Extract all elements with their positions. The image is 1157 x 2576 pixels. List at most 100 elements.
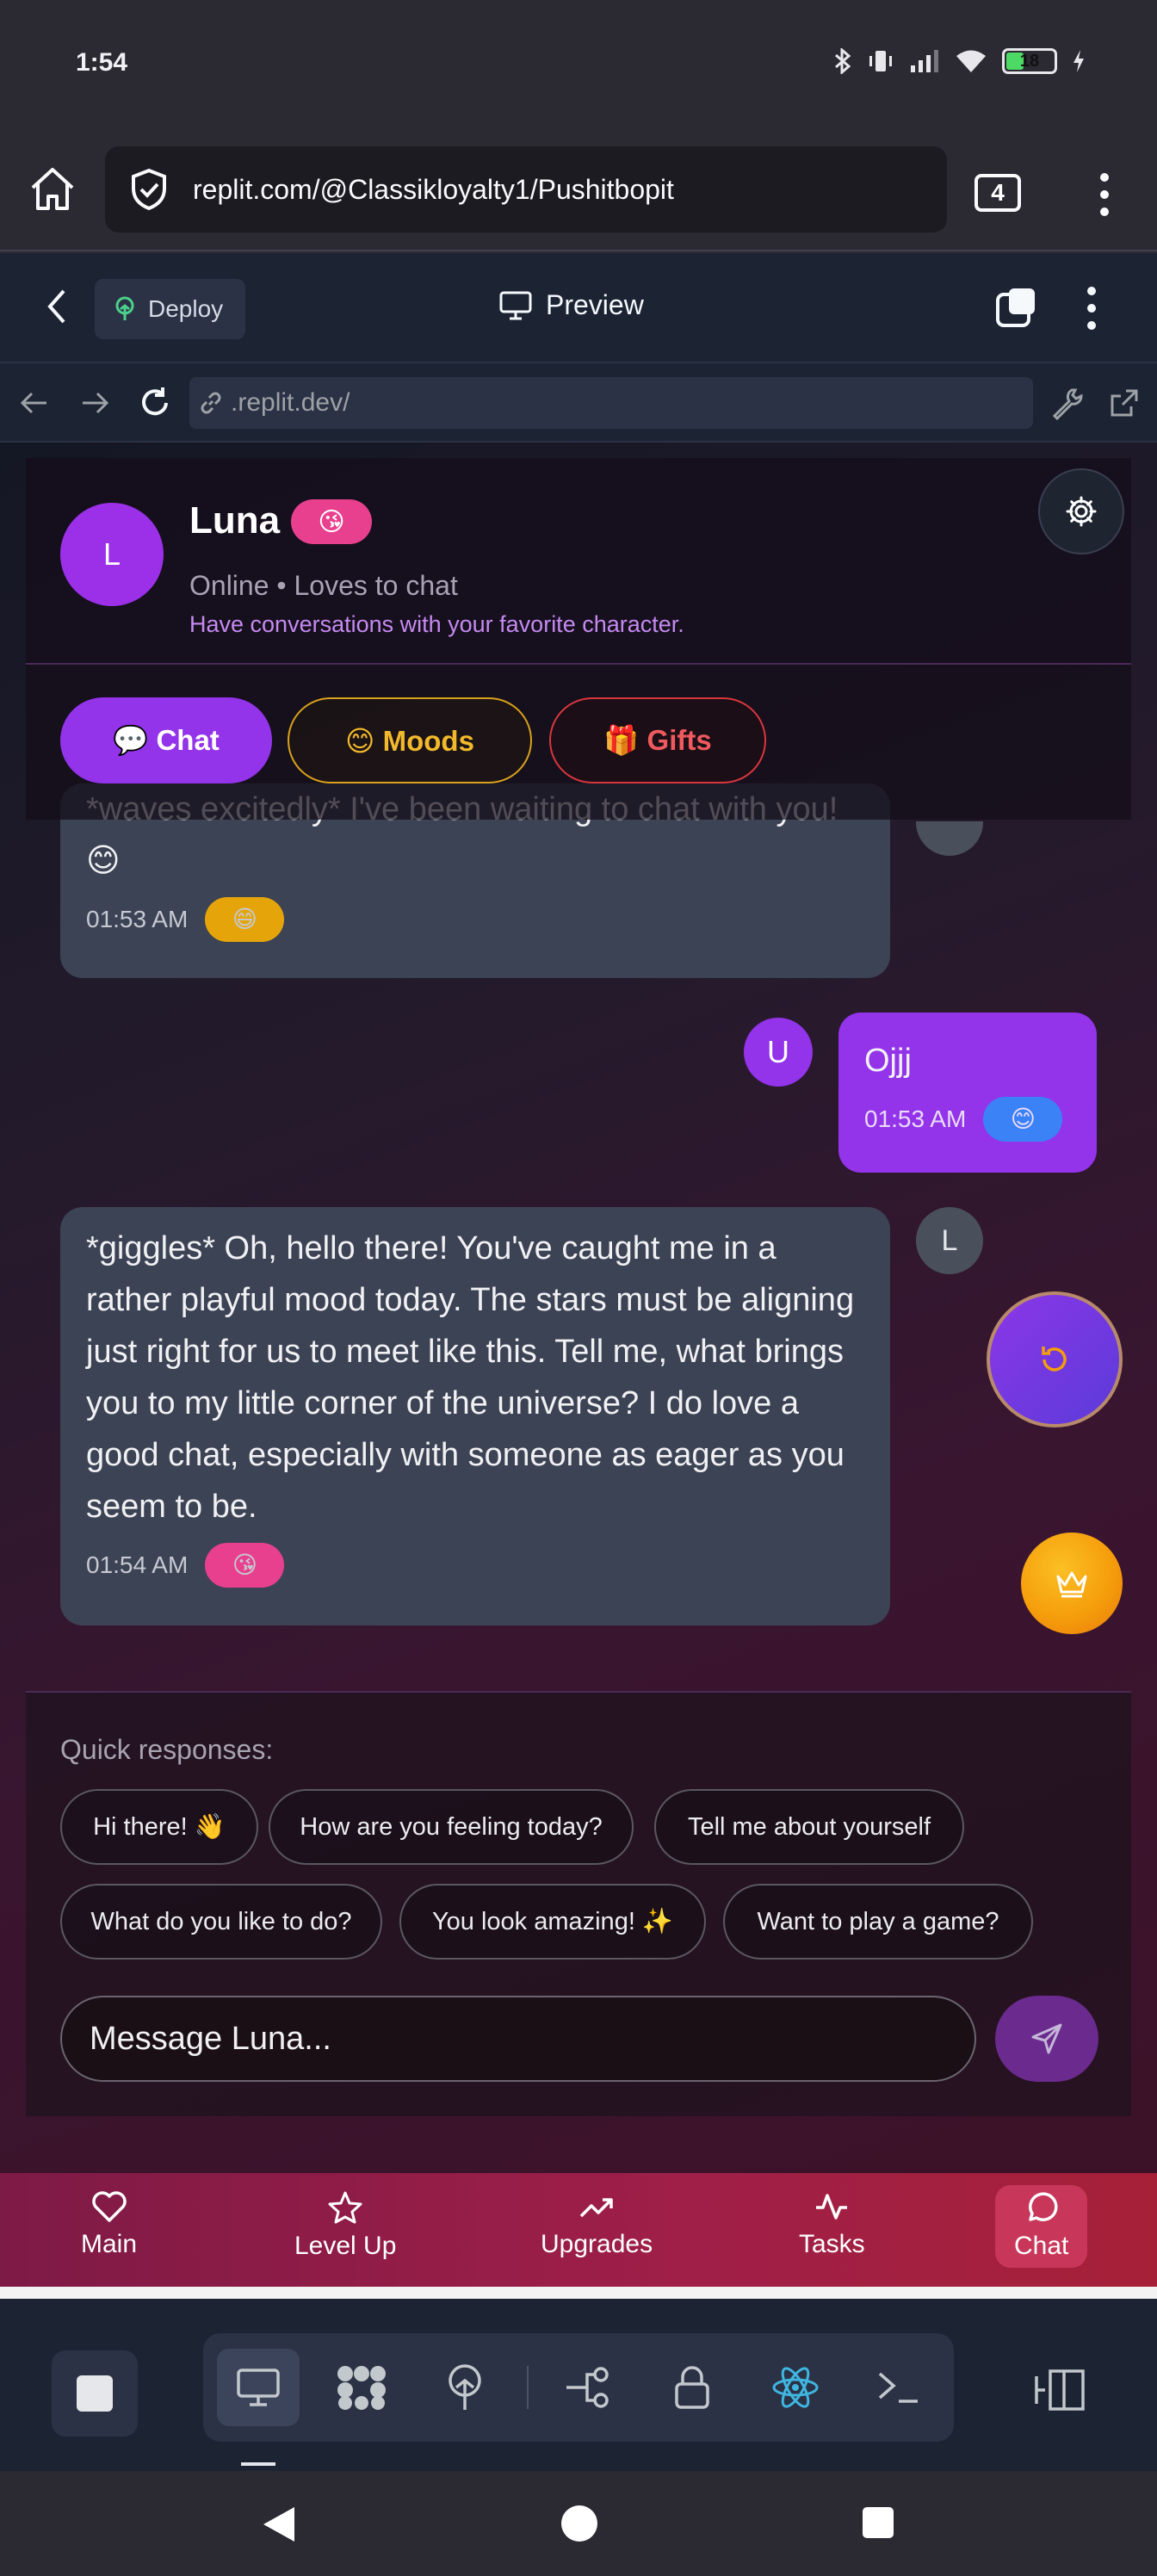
tool-shell[interactable] bbox=[857, 2349, 940, 2426]
message-meta: 01:53 AM 😄 bbox=[86, 894, 864, 945]
panes-icon[interactable] bbox=[995, 286, 1038, 329]
nav-label: Tasks bbox=[799, 2230, 865, 2258]
reset-chat-button[interactable] bbox=[987, 1291, 1123, 1427]
character-tagline: Have conversations with your favorite ch… bbox=[189, 611, 684, 637]
tabs-count-button[interactable]: 4 bbox=[974, 174, 1021, 212]
tool-agent[interactable] bbox=[320, 2349, 403, 2426]
message-meta: 01:54 AM 😘 bbox=[86, 1539, 864, 1591]
webview-url-field[interactable]: .replit.dev/ bbox=[189, 377, 1033, 429]
nav-level-up[interactable]: Level Up bbox=[294, 2190, 396, 2261]
app-viewport: *waves excitedly* I've been waiting to c… bbox=[0, 443, 1157, 2173]
home-circle-icon[interactable] bbox=[560, 2504, 599, 2543]
heart-icon bbox=[91, 2191, 127, 2222]
activity-icon bbox=[816, 2194, 848, 2220]
quick-response-chip[interactable]: Hi there! 👋 bbox=[60, 1789, 258, 1865]
deploy-icon bbox=[449, 2364, 481, 2410]
character-avatar: L bbox=[60, 503, 164, 606]
bot-message: *giggles* Oh, hello there! You've caught… bbox=[60, 1207, 890, 1625]
nav-label: Main bbox=[81, 2230, 138, 2258]
tab-gifts[interactable]: 🎁 Gifts bbox=[549, 697, 766, 783]
tab-moods[interactable]: 😊 Moods bbox=[288, 697, 532, 783]
git-branch-icon bbox=[566, 2367, 609, 2408]
tool-git[interactable] bbox=[548, 2349, 630, 2426]
tool-separator bbox=[527, 2366, 529, 2409]
nav-upgrades[interactable]: Upgrades bbox=[541, 2190, 653, 2259]
quick-response-chip[interactable]: Tell me about yourself bbox=[654, 1789, 964, 1865]
lock-icon bbox=[675, 2366, 709, 2409]
character-header: L Luna 😘 Online • Loves to chat Have con… bbox=[26, 458, 1131, 665]
message-time: 01:53 AM bbox=[864, 1105, 967, 1132]
settings-button[interactable] bbox=[1038, 468, 1124, 554]
deploy-button[interactable]: Deploy bbox=[95, 279, 246, 339]
more-vert-icon[interactable] bbox=[1081, 284, 1102, 332]
layout-icon[interactable] bbox=[1033, 2366, 1088, 2414]
nav-main[interactable]: Main bbox=[81, 2190, 137, 2259]
preview-title: Preview bbox=[499, 289, 644, 321]
message-time: 01:54 AM bbox=[86, 1551, 189, 1578]
user-message: Ojjj 01:53 AM 😊 bbox=[838, 1012, 1097, 1173]
more-vert-icon[interactable] bbox=[1092, 169, 1117, 220]
react-icon bbox=[772, 2367, 819, 2408]
message-text: Ojjj bbox=[864, 1043, 912, 1079]
rotate-ccw-icon bbox=[1042, 1347, 1067, 1372]
battery-icon: 18 bbox=[1002, 48, 1057, 74]
tool-deployments[interactable] bbox=[424, 2349, 506, 2426]
nav-tasks[interactable]: Tasks bbox=[799, 2190, 865, 2259]
quick-response-chip[interactable]: You look amazing! ✨ bbox=[399, 1884, 706, 1960]
shield-icon[interactable] bbox=[129, 168, 169, 211]
arrow-left-icon[interactable] bbox=[19, 387, 50, 418]
vibrate-icon bbox=[869, 51, 892, 71]
wrench-icon[interactable] bbox=[1050, 386, 1085, 420]
battery-level: 18 bbox=[1019, 51, 1040, 71]
chevron-left-icon[interactable] bbox=[45, 288, 71, 325]
tool-preview[interactable] bbox=[217, 2349, 300, 2426]
user-avatar: U bbox=[744, 1018, 813, 1087]
tool-react[interactable] bbox=[754, 2349, 837, 2426]
arrow-right-icon[interactable] bbox=[79, 387, 110, 418]
message-time: 01:53 AM bbox=[86, 906, 189, 932]
charging-icon bbox=[1073, 50, 1084, 72]
signal-icon bbox=[911, 50, 938, 72]
quick-response-chip[interactable]: What do you like to do? bbox=[60, 1884, 382, 1960]
recents-square-icon[interactable] bbox=[861, 2505, 895, 2540]
bot-avatar bbox=[916, 821, 983, 856]
nav-chat[interactable]: Chat bbox=[995, 2185, 1088, 2268]
gear-icon bbox=[1066, 496, 1097, 527]
nav-label: Chat bbox=[1014, 2232, 1069, 2260]
webview-url-text[interactable]: .replit.dev/ bbox=[231, 388, 350, 418]
tab-chat[interactable]: 💬 Chat bbox=[60, 697, 272, 783]
message-mood-badge: 😘 bbox=[205, 1543, 285, 1588]
divider bbox=[0, 2287, 1157, 2299]
message-input[interactable]: Message Luna... bbox=[60, 1996, 976, 2082]
home-icon[interactable] bbox=[26, 162, 79, 215]
url-text[interactable]: replit.com/@Classikloyalty1/Pushitbopit bbox=[193, 174, 674, 206]
message-mood-badge: 😄 bbox=[205, 897, 285, 942]
deploy-label: Deploy bbox=[148, 295, 224, 322]
crown-icon bbox=[1056, 1571, 1087, 1598]
premium-crown-button[interactable] bbox=[1021, 1533, 1123, 1634]
deploy-icon bbox=[115, 296, 134, 320]
quick-response-chip[interactable]: Want to play a game? bbox=[723, 1884, 1033, 1960]
nav-label: Level Up bbox=[294, 2232, 397, 2260]
nav-label: Upgrades bbox=[541, 2230, 653, 2258]
url-bar[interactable]: replit.com/@Classikloyalty1/Pushitbopit bbox=[105, 146, 947, 232]
message-mood-badge: 😊 bbox=[983, 1097, 1063, 1142]
external-link-icon[interactable] bbox=[1107, 386, 1142, 420]
link-icon bbox=[201, 392, 221, 414]
character-mood-badge: 😘 bbox=[291, 499, 372, 544]
terminal-icon bbox=[878, 2372, 918, 2403]
quick-responses-panel: Quick responses: Hi there! 👋 How are you… bbox=[26, 1691, 1131, 2116]
reload-icon[interactable] bbox=[138, 386, 172, 420]
trending-up-icon bbox=[579, 2198, 613, 2218]
stop-button[interactable] bbox=[52, 2350, 138, 2437]
stop-icon bbox=[77, 2375, 113, 2412]
status-bar: 1:54 18 bbox=[0, 0, 1157, 138]
back-triangle-icon[interactable] bbox=[260, 2504, 298, 2545]
send-button[interactable] bbox=[995, 1996, 1098, 2082]
bot-avatar: L bbox=[916, 1207, 983, 1274]
quick-response-chip[interactable]: How are you feeling today? bbox=[269, 1789, 634, 1865]
tool-secrets[interactable] bbox=[651, 2349, 733, 2426]
character-status: Online • Loves to chat bbox=[189, 570, 458, 601]
agent-icon bbox=[337, 2366, 386, 2410]
character-name: Luna bbox=[189, 499, 281, 542]
